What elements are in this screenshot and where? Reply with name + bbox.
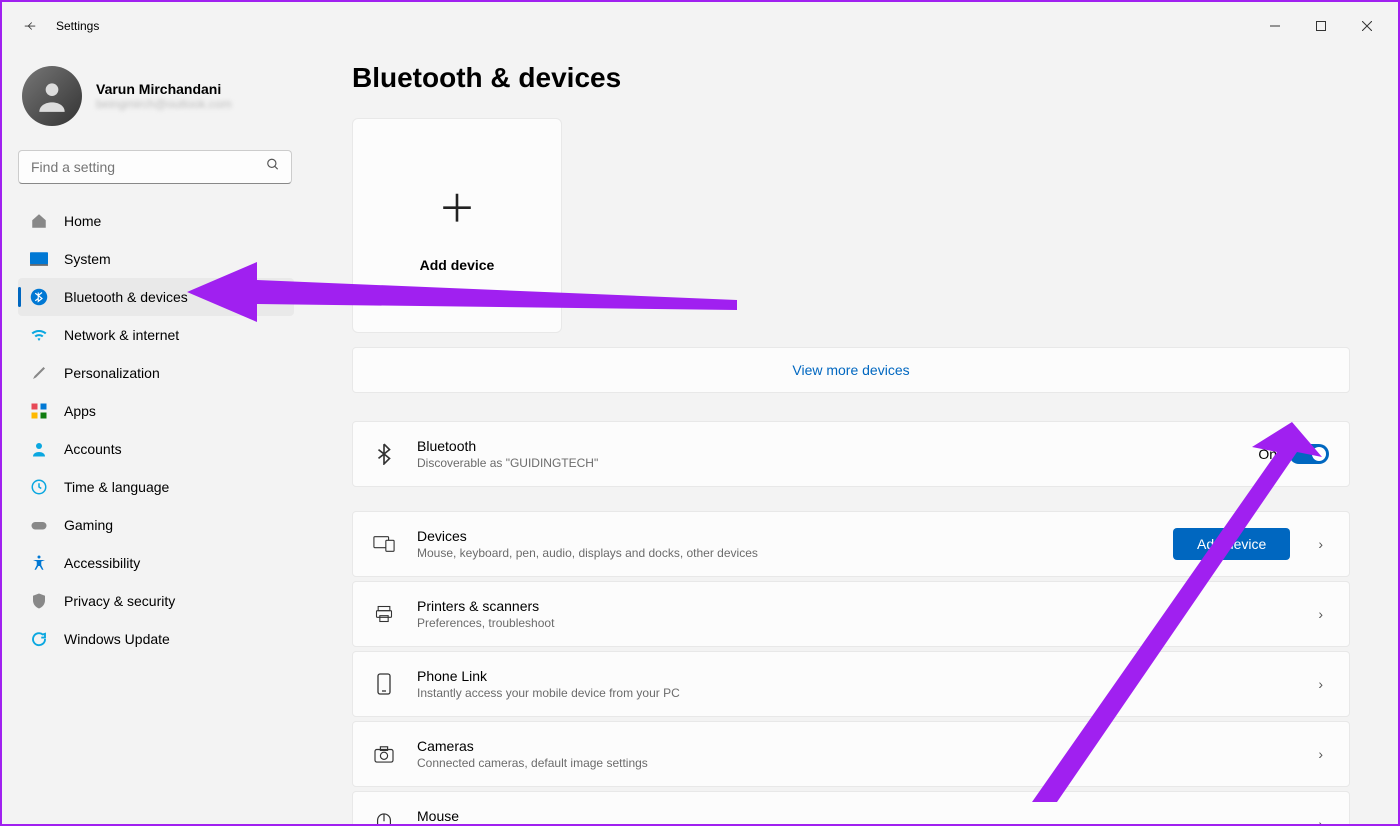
nav-personalization[interactable]: Personalization (18, 354, 294, 392)
nav-label: Network & internet (64, 327, 179, 343)
nav-label: Bluetooth & devices (64, 289, 188, 305)
bluetooth-glyph-icon (373, 443, 395, 465)
wifi-icon (30, 326, 48, 344)
sidebar: Varun Mirchandani beingmirch@outlook.com… (2, 50, 312, 824)
nav-label: Windows Update (64, 631, 170, 647)
main-content: Bluetooth & devices ＋ Add device View mo… (312, 50, 1398, 824)
nav-gaming[interactable]: Gaming (18, 506, 294, 544)
printers-setting-card[interactable]: Printers & scanners Preferences, trouble… (352, 581, 1350, 647)
chevron-right-icon: › (1312, 816, 1329, 824)
bluetooth-title: Bluetooth (417, 438, 1236, 454)
devices-desc: Mouse, keyboard, pen, audio, displays an… (417, 546, 1151, 560)
bluetooth-setting-card: Bluetooth Discoverable as "GUIDINGTECH" … (352, 421, 1350, 487)
add-device-label: Add device (420, 257, 495, 273)
bluetooth-icon (30, 288, 48, 306)
mouse-title: Mouse (417, 808, 1290, 824)
nav-update[interactable]: Windows Update (18, 620, 294, 658)
devices-title: Devices (417, 528, 1151, 544)
shield-icon (30, 592, 48, 610)
accessibility-icon (30, 554, 48, 572)
gamepad-icon (30, 516, 48, 534)
nav-system[interactable]: System (18, 240, 294, 278)
chevron-right-icon: › (1312, 536, 1329, 552)
avatar (22, 66, 82, 126)
devices-setting-card[interactable]: Devices Mouse, keyboard, pen, audio, dis… (352, 511, 1350, 577)
add-device-button[interactable]: Add device (1173, 528, 1290, 560)
nav-apps[interactable]: Apps (18, 392, 294, 430)
profile-email: beingmirch@outlook.com (96, 97, 232, 111)
add-device-card[interactable]: ＋ Add device (352, 118, 562, 333)
system-icon (30, 250, 48, 268)
chevron-right-icon: › (1312, 746, 1329, 762)
close-button[interactable] (1344, 10, 1390, 42)
nav-time[interactable]: Time & language (18, 468, 294, 506)
nav-bluetooth[interactable]: Bluetooth & devices (18, 278, 294, 316)
cameras-desc: Connected cameras, default image setting… (417, 756, 1290, 770)
back-button[interactable] (10, 6, 50, 46)
bluetooth-desc: Discoverable as "GUIDINGTECH" (417, 456, 1236, 470)
nav-label: Time & language (64, 479, 169, 495)
printer-icon (373, 604, 395, 624)
nav-privacy[interactable]: Privacy & security (18, 582, 294, 620)
profile-name: Varun Mirchandani (96, 81, 232, 97)
nav: Home System Bluetooth & devices Network … (18, 202, 312, 658)
phone-icon (373, 673, 395, 695)
apps-icon (30, 402, 48, 420)
phone-setting-card[interactable]: Phone Link Instantly access your mobile … (352, 651, 1350, 717)
bluetooth-toggle[interactable] (1289, 444, 1329, 464)
nav-network[interactable]: Network & internet (18, 316, 294, 354)
nav-accounts[interactable]: Accounts (18, 430, 294, 468)
nav-label: Gaming (64, 517, 113, 533)
cameras-setting-card[interactable]: Cameras Connected cameras, default image… (352, 721, 1350, 787)
printers-title: Printers & scanners (417, 598, 1290, 614)
person-icon (30, 440, 48, 458)
home-icon (30, 212, 48, 230)
nav-label: Personalization (64, 365, 160, 381)
search-wrap (18, 150, 292, 184)
window-controls (1252, 10, 1390, 42)
update-icon (30, 630, 48, 648)
nav-accessibility[interactable]: Accessibility (18, 544, 294, 582)
nav-label: Accessibility (64, 555, 140, 571)
mouse-setting-card[interactable]: Mouse Buttons, mouse pointer speed, scro… (352, 791, 1350, 824)
page-title: Bluetooth & devices (352, 62, 1350, 94)
printers-desc: Preferences, troubleshoot (417, 616, 1290, 630)
camera-icon (373, 745, 395, 763)
brush-icon (30, 364, 48, 382)
phone-desc: Instantly access your mobile device from… (417, 686, 1290, 700)
nav-label: System (64, 251, 111, 267)
bluetooth-toggle-state: On (1258, 446, 1277, 462)
devices-icon (373, 535, 395, 553)
profile-block[interactable]: Varun Mirchandani beingmirch@outlook.com (18, 58, 312, 146)
chevron-right-icon: › (1312, 606, 1329, 622)
maximize-button[interactable] (1298, 10, 1344, 42)
plus-icon: ＋ (438, 178, 476, 233)
mouse-icon (373, 813, 395, 824)
search-icon (266, 158, 280, 177)
chevron-right-icon: › (1312, 676, 1329, 692)
minimize-button[interactable] (1252, 10, 1298, 42)
nav-label: Accounts (64, 441, 122, 457)
nav-label: Home (64, 213, 101, 229)
search-input[interactable] (18, 150, 292, 184)
nav-label: Privacy & security (64, 593, 175, 609)
cameras-title: Cameras (417, 738, 1290, 754)
phone-title: Phone Link (417, 668, 1290, 684)
titlebar: Settings (2, 2, 1398, 50)
nav-label: Apps (64, 403, 96, 419)
clock-icon (30, 478, 48, 496)
view-more-devices[interactable]: View more devices (352, 347, 1350, 393)
nav-home[interactable]: Home (18, 202, 294, 240)
window-title: Settings (56, 19, 99, 33)
